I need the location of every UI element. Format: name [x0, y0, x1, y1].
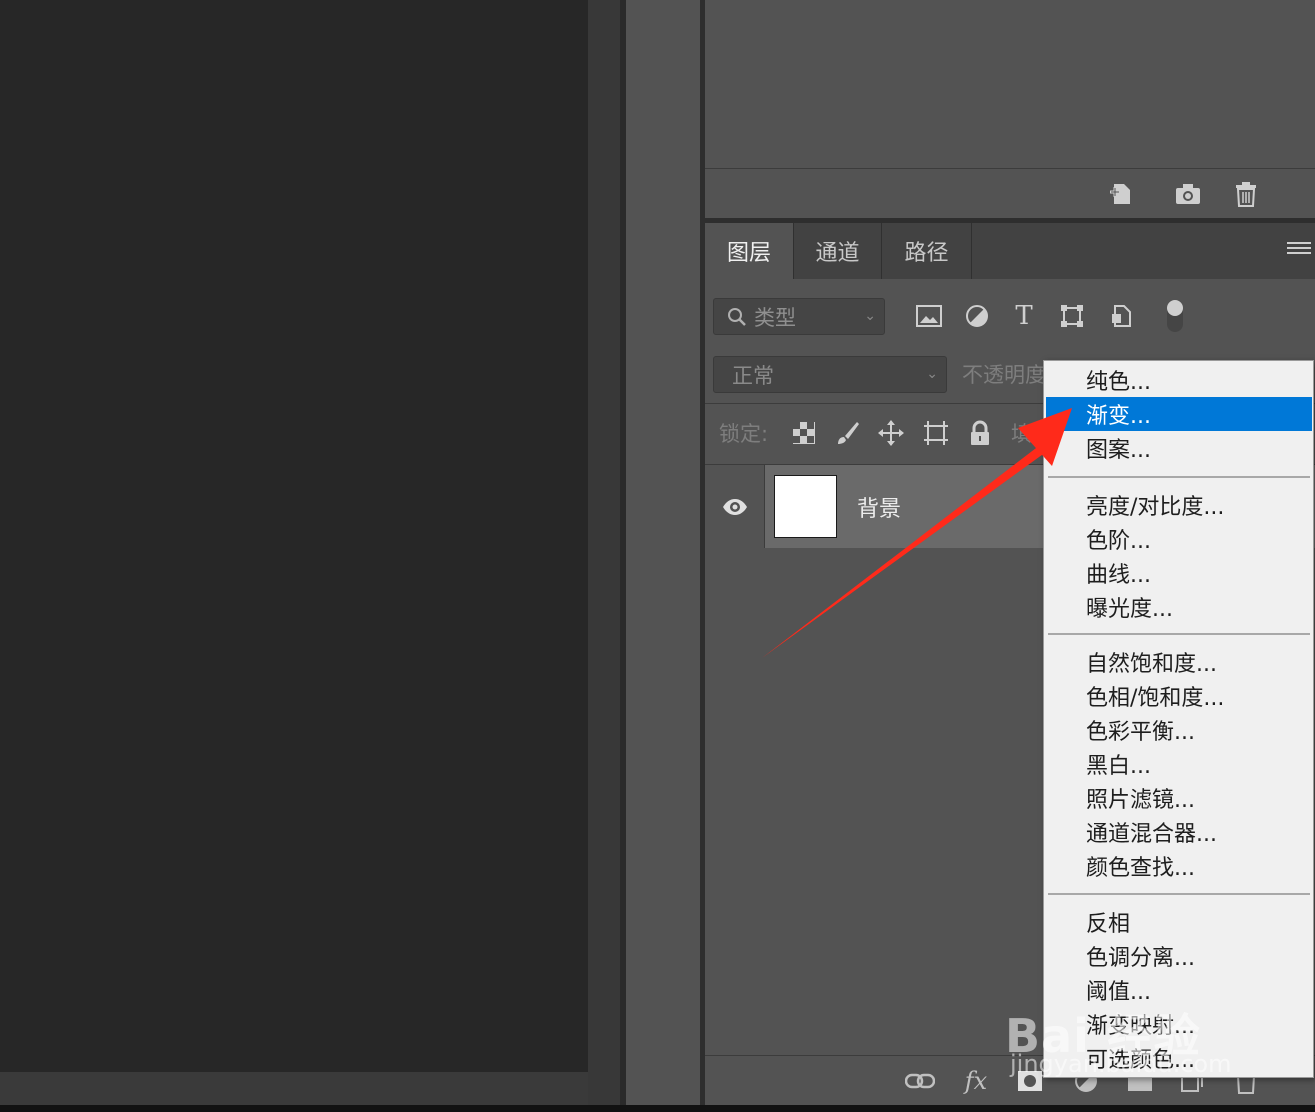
watermark-url: jingyan.baidu.com [1010, 1050, 1232, 1078]
lock-label: 锁定: [719, 422, 769, 446]
camera-icon[interactable] [1174, 180, 1202, 208]
menu-item-exposure[interactable]: 曝光度... [1046, 590, 1312, 624]
lock-image-pixels-icon[interactable] [833, 418, 863, 448]
fx-icon[interactable]: fx [961, 1066, 991, 1096]
tab-paths[interactable]: 路径 [882, 223, 972, 279]
tab-channels[interactable]: 通道 [794, 223, 882, 279]
adjustment-filter-icon[interactable] [962, 301, 992, 331]
filter-toggle-icon[interactable] [1160, 300, 1190, 332]
status-bar [0, 1105, 1315, 1112]
menu-item-solid-color[interactable]: 纯色... [1046, 363, 1312, 397]
new-snapshot-icon[interactable] [1108, 180, 1136, 208]
menu-item-gradient[interactable]: 渐变... [1046, 397, 1312, 431]
lock-artboard-icon[interactable] [921, 418, 951, 448]
image-filter-icon[interactable] [914, 301, 944, 331]
lock-transparent-pixels-icon[interactable] [789, 418, 819, 448]
canvas-scrollbar[interactable] [0, 1072, 620, 1105]
collapsed-panel-column [626, 0, 700, 1105]
menu-separator [1048, 476, 1310, 478]
type-filter-icon[interactable]: T [1009, 301, 1039, 331]
filter-kind-label: 类型 [754, 305, 796, 330]
menu-item-color-lookup[interactable]: 颜色查找... [1046, 849, 1312, 883]
chevron-down-icon: ⌄ [926, 366, 938, 382]
opacity-label: 不透明度 [962, 363, 1046, 387]
menu-item-curves[interactable]: 曲线... [1046, 556, 1312, 590]
menu-item-levels[interactable]: 色阶... [1046, 522, 1312, 556]
blend-mode-select[interactable]: 正常 ⌄ [713, 356, 947, 393]
layer-filter-select[interactable]: 类型 ⌄ [713, 298, 885, 335]
layer-thumbnail[interactable] [774, 475, 837, 538]
search-icon [728, 307, 746, 326]
blend-mode-value: 正常 [732, 363, 774, 388]
menu-item-channel-mixer[interactable]: 通道混合器... [1046, 815, 1312, 849]
menu-item-black-white[interactable]: 黑白... [1046, 747, 1312, 781]
shape-filter-icon[interactable] [1057, 301, 1087, 331]
trash-icon[interactable] [1232, 180, 1260, 208]
chevron-down-icon: ⌄ [864, 308, 876, 324]
layers-panel-tabs: 图层 通道 路径 [705, 223, 1315, 279]
menu-separator [1048, 633, 1310, 635]
menu-item-hue-saturation[interactable]: 色相/饱和度... [1046, 679, 1312, 713]
eye-icon [722, 498, 747, 515]
layer-name[interactable]: 背景 [857, 491, 901, 523]
link-icon[interactable] [905, 1066, 935, 1096]
tab-layers[interactable]: 图层 [705, 223, 794, 279]
menu-separator [1048, 893, 1310, 895]
panel-menu-icon[interactable] [1287, 239, 1311, 263]
document-canvas[interactable] [0, 0, 588, 1072]
menu-item-pattern[interactable]: 图案... [1046, 431, 1312, 465]
menu-item-invert[interactable]: 反相 [1046, 905, 1312, 939]
smart-object-filter-icon[interactable] [1106, 301, 1136, 331]
lock-position-icon[interactable] [876, 418, 906, 448]
history-panel [705, 0, 1315, 168]
lock-all-icon[interactable] [965, 418, 995, 448]
menu-item-photo-filter[interactable]: 照片滤镜... [1046, 781, 1312, 815]
menu-item-posterize[interactable]: 色调分离... [1046, 939, 1312, 973]
menu-item-color-balance[interactable]: 色彩平衡... [1046, 713, 1312, 747]
adjustment-layer-menu: 纯色... 渐变... 图案... 亮度/对比度... 色阶... 曲线... … [1043, 360, 1314, 1078]
menu-item-brightness-contrast[interactable]: 亮度/对比度... [1046, 488, 1312, 522]
layer-visibility-toggle[interactable] [705, 465, 765, 548]
menu-item-vibrance[interactable]: 自然饱和度... [1046, 645, 1312, 679]
vertical-scrollbar[interactable] [588, 0, 620, 1105]
history-panel-footer [705, 168, 1315, 218]
